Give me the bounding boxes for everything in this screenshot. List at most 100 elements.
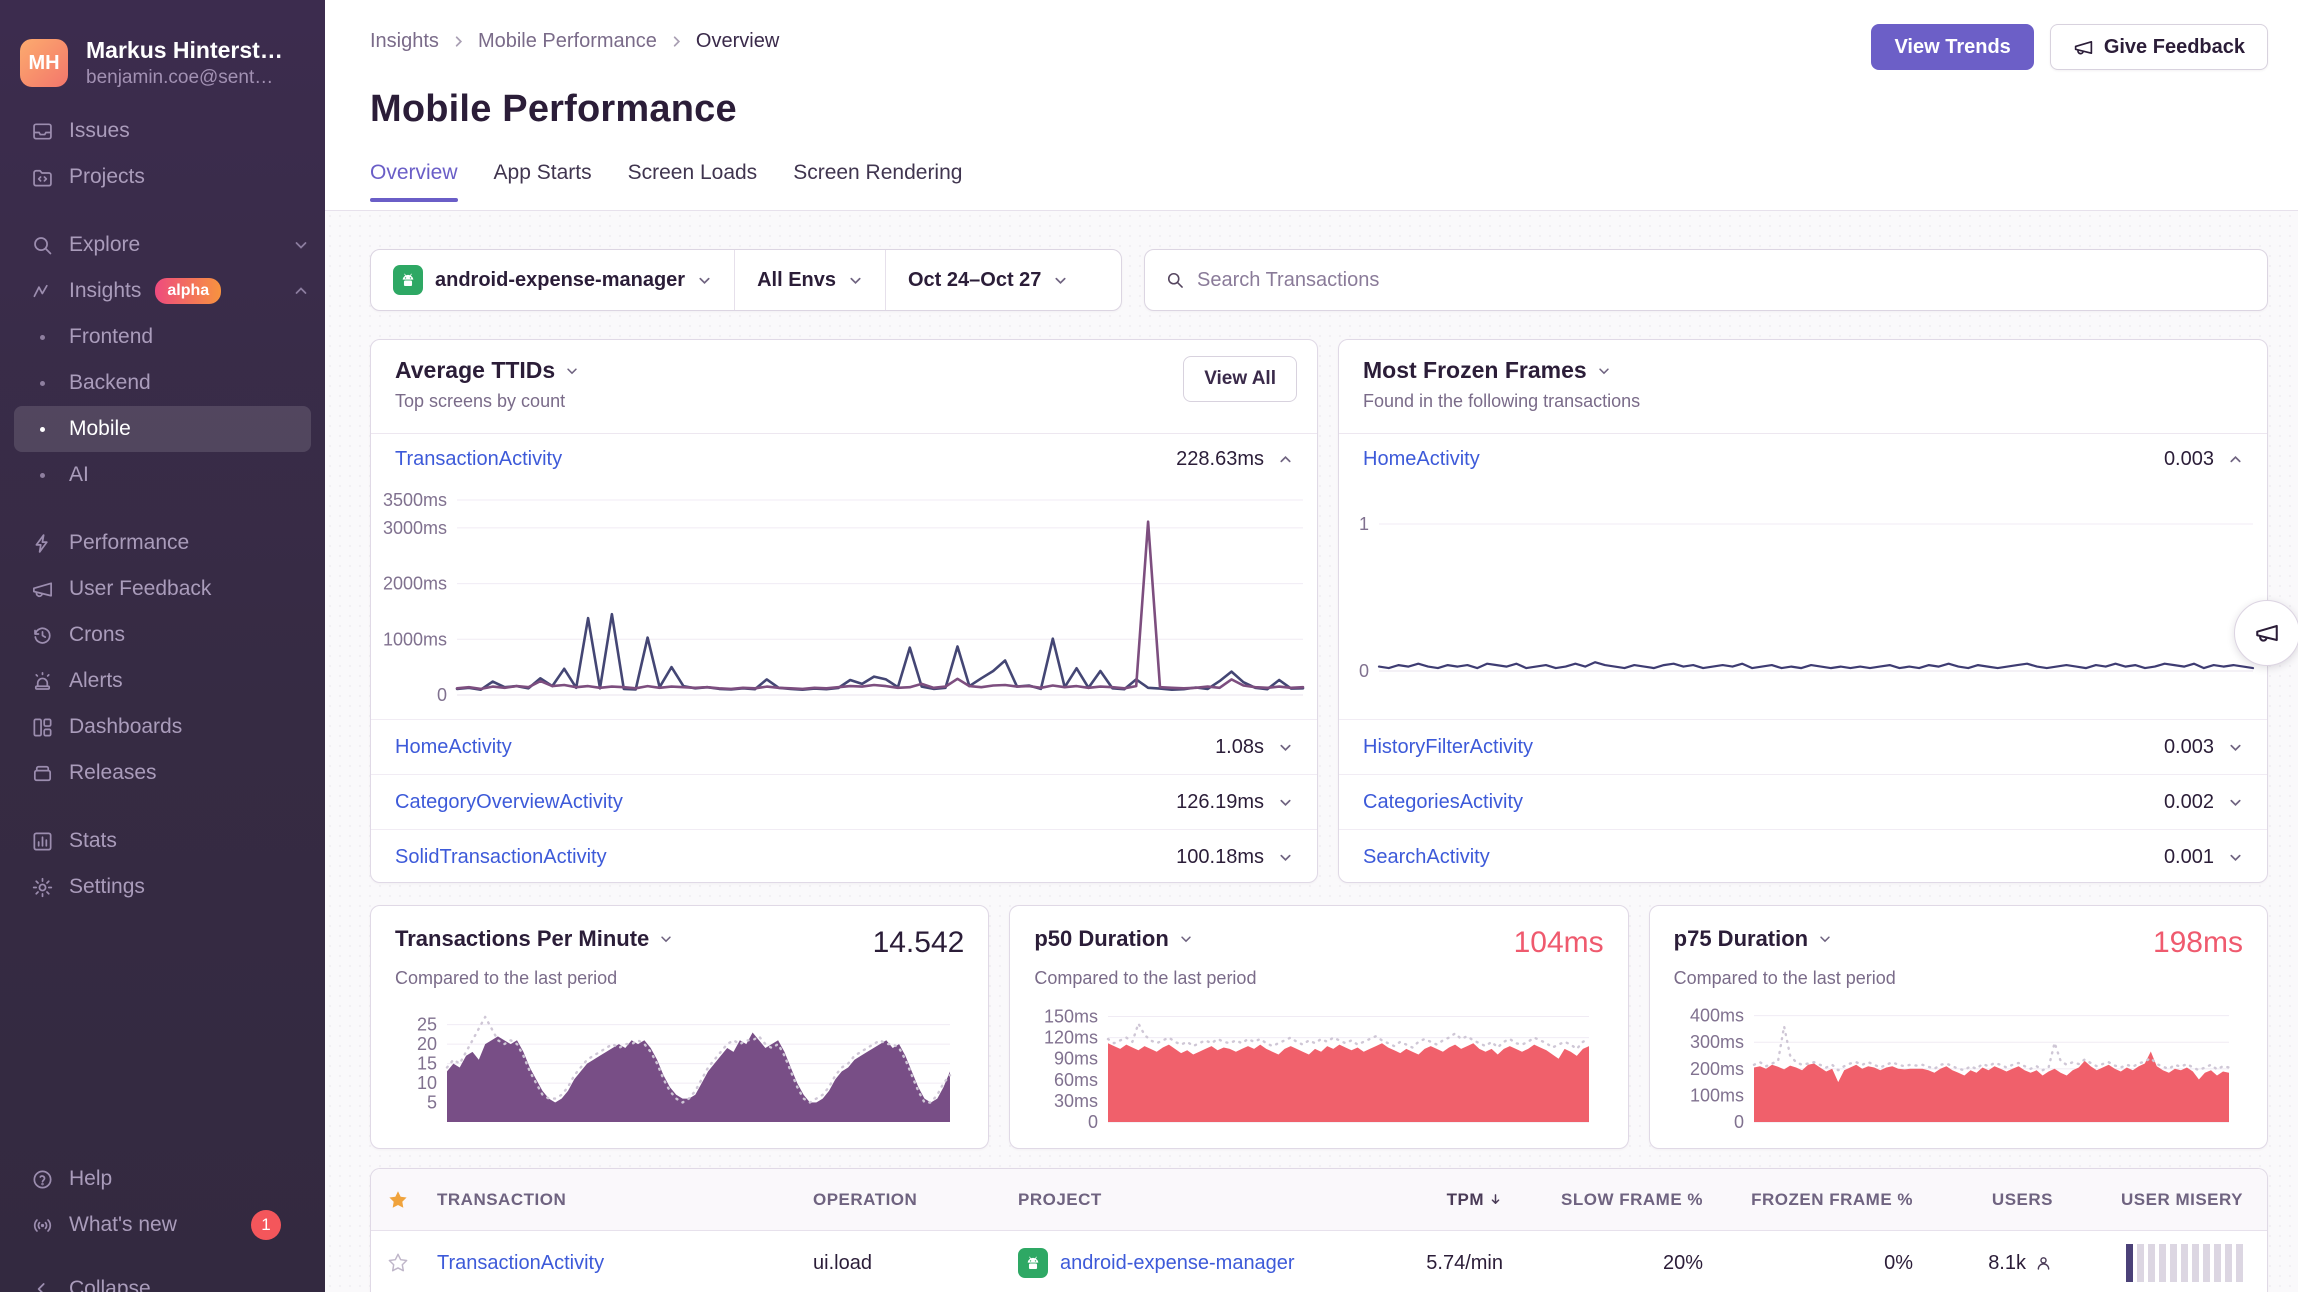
chevron-up-icon[interactable] (1278, 452, 1293, 467)
most-frozen-frames-title[interactable]: Most Frozen Frames (1363, 357, 2243, 384)
help-icon (30, 1167, 54, 1191)
frozen-row[interactable]: HistoryFilterActivity 0.003 (1339, 719, 2267, 774)
p50-title[interactable]: p50 Duration (1034, 926, 1192, 952)
frozen-row-expanded[interactable]: HomeActivity 0.003 (1339, 434, 2267, 484)
ttid-row[interactable]: CategoryOverviewActivity 126.19ms (371, 774, 1317, 829)
most-frozen-frames-panel: Most Frozen Frames Found in the followin… (1338, 339, 2268, 883)
star-icon[interactable] (387, 1189, 437, 1211)
user-menu[interactable]: MH Markus Hinterst… benjamin.coe@sent… (0, 0, 325, 100)
sidebar-item-releases[interactable]: Releases (0, 750, 325, 796)
transaction-link[interactable]: CategoriesActivity (1363, 791, 1523, 814)
chevron-down-icon[interactable] (2228, 740, 2243, 755)
frozen-row[interactable]: SearchActivity 0.001 (1339, 829, 2267, 883)
ttid-row[interactable]: SolidTransactionActivity 100.18ms (371, 829, 1317, 883)
transaction-link[interactable]: HomeActivity (1363, 448, 1480, 471)
col-frozen-frame[interactable]: FROZEN FRAME % (1751, 1190, 1913, 1210)
svg-text:2000ms: 2000ms (383, 574, 447, 594)
col-operation[interactable]: OPERATION (813, 1190, 1018, 1210)
ttid-row[interactable]: HomeActivity 1.08s (371, 719, 1317, 774)
sidebar-item-alerts[interactable]: Alerts (0, 658, 325, 704)
sidebar-item-frontend[interactable]: Frontend (0, 314, 325, 360)
chevron-down-icon (697, 273, 712, 288)
broadcast-icon (30, 1213, 54, 1237)
transaction-link[interactable]: CategoryOverviewActivity (395, 791, 623, 814)
tab-overview[interactable]: Overview (370, 161, 458, 200)
transaction-link[interactable]: HistoryFilterActivity (1363, 736, 1533, 759)
sidebar-item-insights[interactable]: Insights alpha (0, 268, 325, 314)
sidebar-item-whats-new[interactable]: What's new 1 (0, 1202, 325, 1248)
sidebar-item-user-feedback[interactable]: User Feedback (0, 566, 325, 612)
average-ttids-subtitle: Top screens by count (395, 391, 1293, 412)
chevron-down-icon (1179, 932, 1193, 946)
sidebar-item-stats[interactable]: Stats (0, 818, 325, 864)
sidebar-nav: Issues Projects Explore Insights alpha F… (0, 108, 325, 910)
breadcrumb-mobile-performance[interactable]: Mobile Performance (478, 30, 657, 53)
chevron-down-icon[interactable] (1278, 740, 1293, 755)
sidebar-item-dashboards[interactable]: Dashboards (0, 704, 325, 750)
sidebar-item-ai[interactable]: AI (0, 452, 325, 498)
tab-app-starts[interactable]: App Starts (494, 161, 592, 200)
sidebar-item-projects[interactable]: Projects (0, 154, 325, 200)
col-users[interactable]: USERS (1992, 1190, 2053, 1210)
svg-text:3000ms: 3000ms (383, 518, 447, 538)
chevron-down-icon[interactable] (2228, 850, 2243, 865)
sidebar-item-backend[interactable]: Backend (0, 360, 325, 406)
col-user-misery[interactable]: USER MISERY (2121, 1190, 2243, 1210)
explore-icon (30, 233, 54, 257)
tpm-title[interactable]: Transactions Per Minute (395, 926, 673, 952)
chevron-up-icon[interactable] (2228, 452, 2243, 467)
chevron-down-icon[interactable] (2228, 795, 2243, 810)
col-slow-frame[interactable]: SLOW FRAME % (1561, 1190, 1703, 1210)
tab-screen-rendering[interactable]: Screen Rendering (793, 161, 962, 200)
col-project[interactable]: PROJECT (1018, 1190, 1348, 1210)
frozen-row[interactable]: CategoriesActivity 0.002 (1339, 774, 2267, 829)
sidebar-item-explore[interactable]: Explore (0, 222, 325, 268)
sidebar-item-crons[interactable]: Crons (0, 612, 325, 658)
sidebar-item-settings[interactable]: Settings (0, 864, 325, 910)
page-header: Insights Mobile Performance Overview Vie… (325, 0, 2298, 211)
environment-filter[interactable]: All Envs (735, 250, 885, 310)
breadcrumb-insights[interactable]: Insights (370, 30, 439, 53)
p75-title[interactable]: p75 Duration (1674, 926, 1832, 952)
col-tpm[interactable]: TPM (1447, 1190, 1503, 1210)
sidebar-item-mobile[interactable]: Mobile (14, 406, 311, 452)
give-feedback-button[interactable]: Give Feedback (2050, 24, 2268, 70)
user-email: benjamin.coe@sent… (86, 67, 283, 89)
sidebar-item-issues[interactable]: Issues (0, 108, 325, 154)
transaction-link[interactable]: SearchActivity (1363, 846, 1490, 869)
siren-icon (30, 669, 54, 693)
tab-screen-loads[interactable]: Screen Loads (628, 161, 758, 200)
tpm-value: 14.542 (873, 926, 965, 960)
transaction-link[interactable]: TransactionActivity (395, 448, 562, 471)
search-input[interactable] (1197, 269, 2247, 292)
svg-text:0: 0 (437, 685, 447, 705)
transaction-link[interactable]: TransactionActivity (437, 1252, 813, 1275)
sidebar-item-help[interactable]: Help (0, 1156, 325, 1202)
ttid-row-expanded[interactable]: TransactionActivity 228.63ms (371, 434, 1317, 484)
sidebar-item-performance[interactable]: Performance (0, 520, 325, 566)
archive-icon (30, 761, 54, 785)
frozen-frame-cell: 0% (1884, 1252, 1913, 1275)
view-all-button[interactable]: View All (1183, 356, 1297, 402)
col-transaction[interactable]: TRANSACTION (437, 1190, 813, 1210)
lightning-icon (30, 531, 54, 555)
average-ttids-title[interactable]: Average TTIDs (395, 357, 1293, 384)
star-outline-icon[interactable] (387, 1252, 437, 1274)
project-filter[interactable]: android-expense-manager (371, 250, 734, 310)
sidebar-collapse-button[interactable]: Collapse (0, 1266, 325, 1292)
svg-text:3500ms: 3500ms (383, 490, 447, 510)
project-cell[interactable]: android-expense-manager (1018, 1248, 1348, 1278)
megaphone-icon (2254, 620, 2280, 646)
transaction-link[interactable]: HomeActivity (395, 736, 512, 759)
svg-text:20: 20 (417, 1034, 437, 1054)
chevron-down-icon[interactable] (1278, 850, 1293, 865)
p75-value: 198ms (2153, 926, 2243, 960)
chevron-down-icon[interactable] (1278, 795, 1293, 810)
transaction-link[interactable]: SolidTransactionActivity (395, 846, 607, 869)
date-range-filter[interactable]: Oct 24–Oct 27 (886, 250, 1090, 310)
p50-panel: p50 Duration 104ms Compared to the last … (1009, 905, 1628, 1149)
whats-new-badge: 1 (251, 1210, 281, 1240)
view-trends-button[interactable]: View Trends (1871, 24, 2033, 70)
table-row[interactable]: TransactionActivity ui.load android-expe… (371, 1231, 2267, 1292)
feedback-fab[interactable] (2234, 600, 2298, 666)
